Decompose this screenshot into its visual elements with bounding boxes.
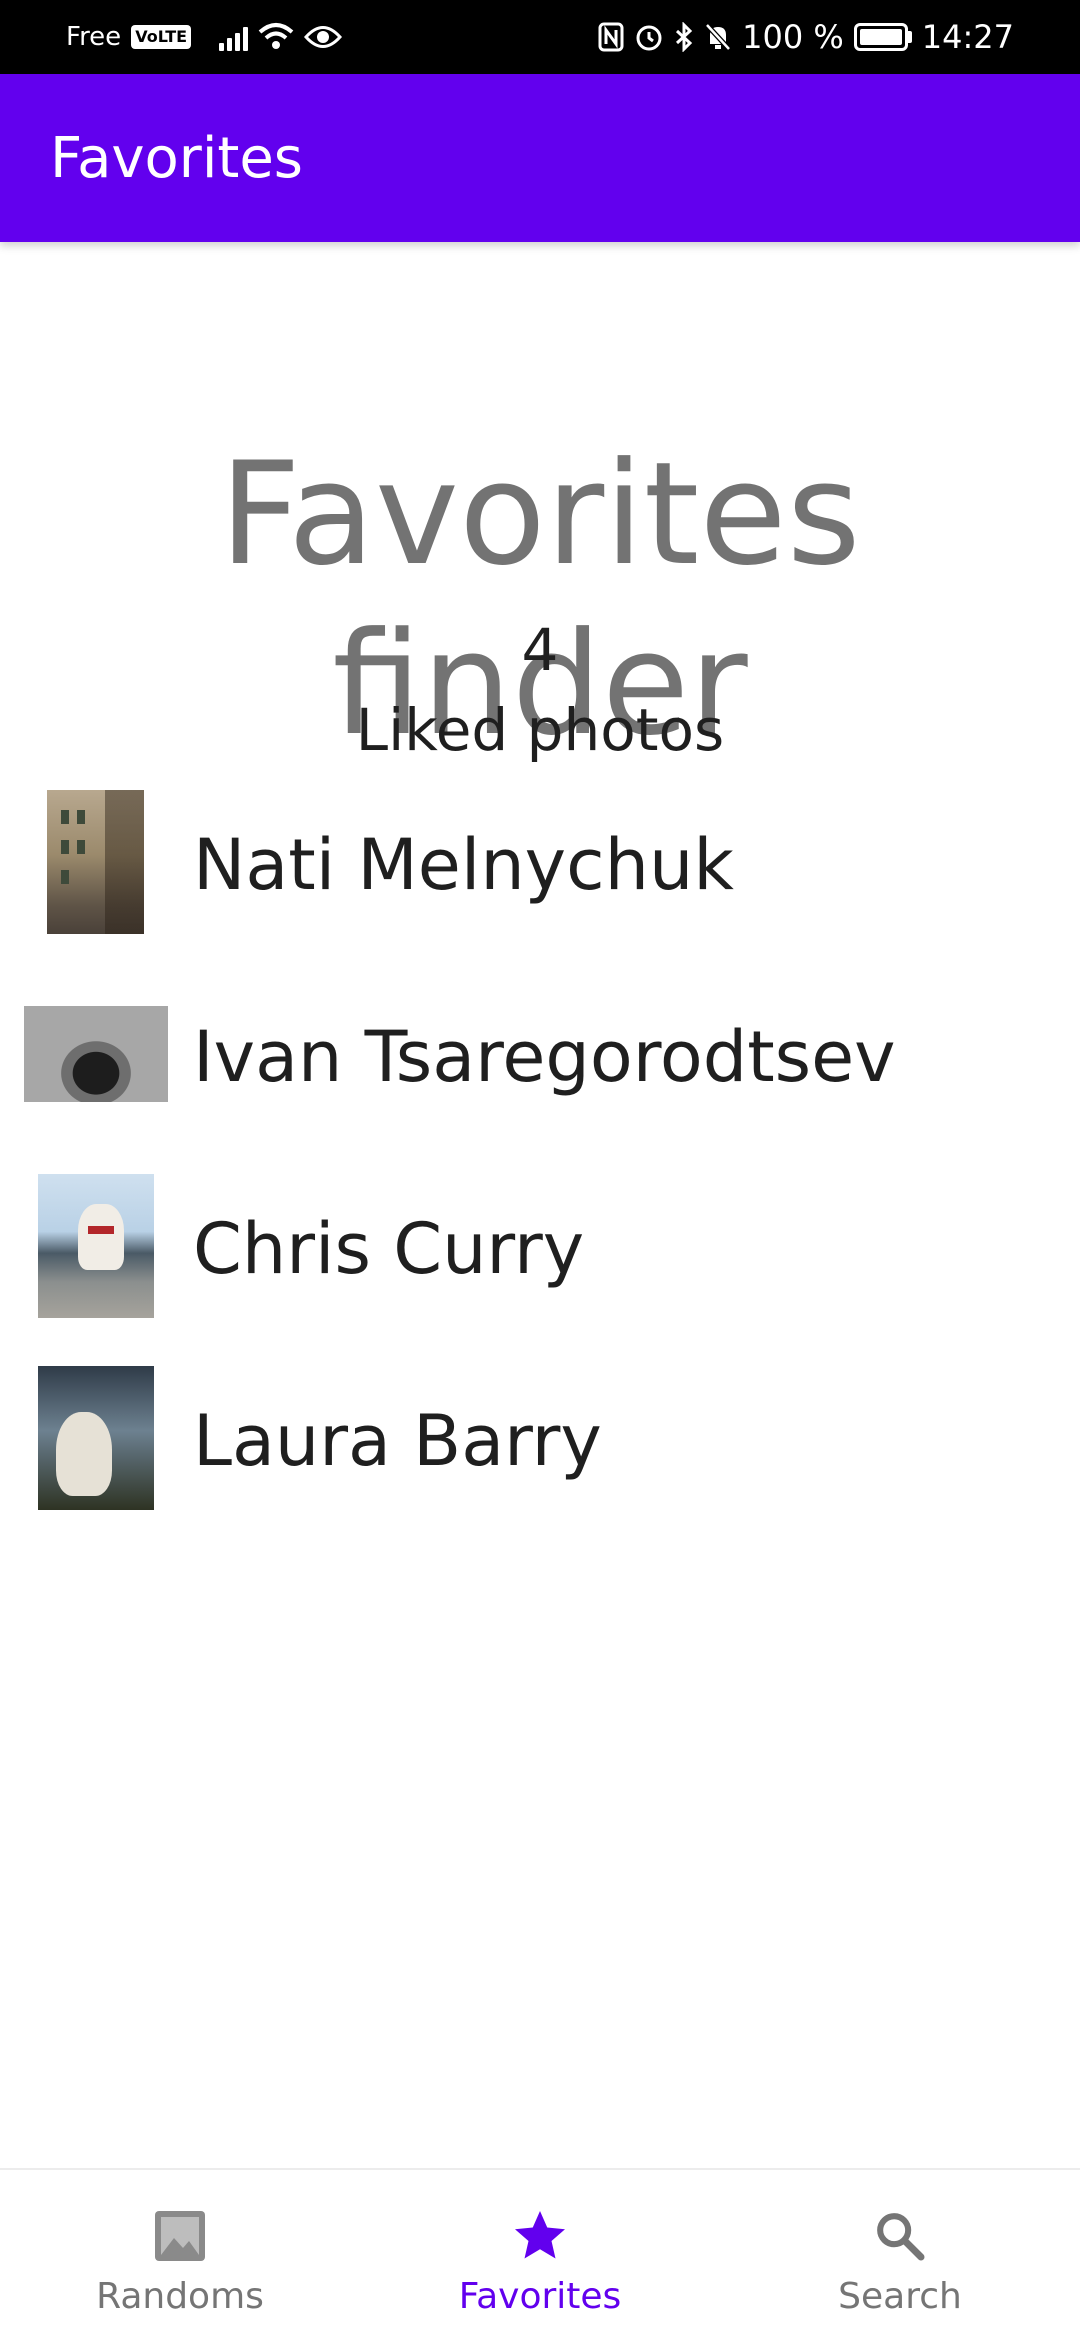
volte-badge: VoLTE (131, 25, 192, 49)
eye-icon (304, 24, 343, 50)
battery-percent: 100 % (742, 18, 844, 56)
bluetooth-icon (674, 22, 694, 52)
photographer-name: Laura Barry (193, 1400, 602, 1482)
nav-label: Favorites (458, 2276, 622, 2317)
list-item[interactable]: Laura Barry (0, 1366, 1080, 1516)
nfc-icon (598, 22, 624, 52)
nav-label: Randoms (96, 2276, 264, 2317)
photographer-name: Nati Melnychuk (193, 824, 734, 906)
carrier-label: Free (66, 22, 122, 52)
bell-off-icon (704, 22, 732, 52)
nav-item-randoms[interactable]: Randoms (0, 2170, 360, 2340)
photographer-name: Chris Curry (193, 1208, 585, 1290)
status-bar-left: Free VoLTE (66, 0, 343, 74)
stone-arch-photo-thumbnail (24, 1006, 168, 1102)
app-bar-title: Favorites (50, 125, 303, 191)
list-item[interactable]: Nati Melnychuk (0, 790, 1080, 940)
image-icon (150, 2206, 210, 2266)
dog-by-lake-photo-thumbnail (38, 1366, 154, 1510)
status-bar: Free VoLTE 100 % 14:27 (0, 0, 1080, 74)
list-item[interactable]: Ivan Tsaregorodtsev (0, 982, 1080, 1132)
nav-item-favorites[interactable]: Favorites (360, 2170, 720, 2340)
status-bar-right: 100 % 14:27 (598, 0, 1014, 74)
signal-icon (219, 23, 249, 51)
liked-count: 4 (521, 616, 559, 684)
search-icon (870, 2206, 930, 2266)
wifi-icon (258, 22, 294, 52)
liked-count-label: Liked photos (355, 696, 725, 764)
list-item[interactable]: Chris Curry (0, 1174, 1080, 1324)
bottom-navigation: Randoms Favorites Search (0, 2168, 1080, 2340)
app-bar: Favorites (0, 74, 1080, 242)
battery-icon (853, 23, 912, 51)
street-photo-thumbnail (47, 790, 144, 934)
alarm-icon (634, 22, 664, 52)
nav-label: Search (838, 2276, 962, 2317)
clock: 14:27 (921, 18, 1014, 56)
nav-item-search[interactable]: Search (720, 2170, 1080, 2340)
star-icon (510, 2206, 570, 2266)
photographer-name: Ivan Tsaregorodtsev (193, 1016, 896, 1098)
dog-on-pier-photo-thumbnail (38, 1174, 154, 1318)
